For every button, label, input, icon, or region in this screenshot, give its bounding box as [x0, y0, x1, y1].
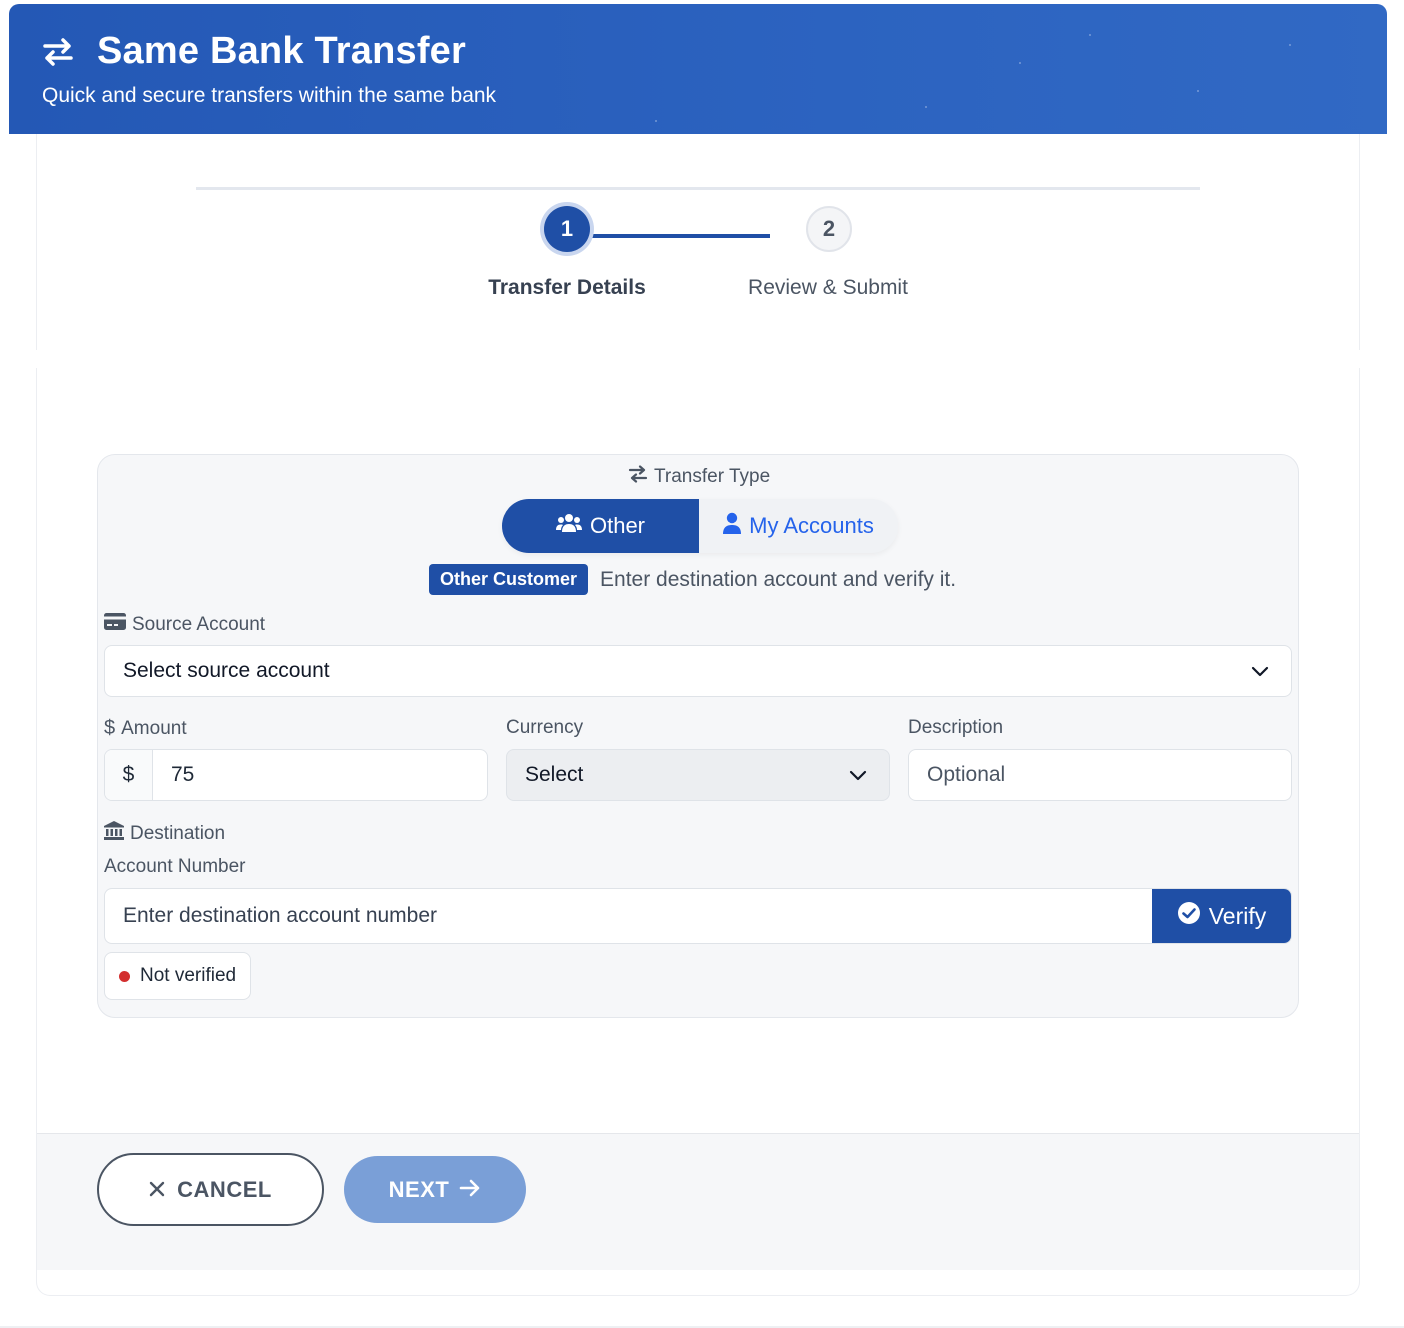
amount-input-group: $ 75	[104, 749, 488, 801]
description-input[interactable]: Optional	[908, 749, 1292, 801]
other-customer-badge: Other Customer	[429, 564, 589, 595]
transfer-type-hint: Other Customer Enter destination account…	[429, 564, 956, 595]
toggle-other-label: Other	[589, 513, 646, 538]
close-icon	[149, 1177, 165, 1203]
page-subtitle: Quick and secure transfers within the sa…	[42, 84, 497, 107]
arrow-right-icon	[459, 1177, 481, 1203]
destination-account-group: Enter destination account number Verify	[104, 888, 1292, 944]
currency-select[interactable]: Select	[506, 749, 890, 801]
user-icon	[723, 512, 742, 540]
cancel-button-label: CANCEL	[177, 1176, 272, 1202]
toggle-my-accounts-label: My Accounts	[749, 513, 874, 538]
transfer-type-label: Transfer Type	[654, 466, 771, 487]
next-button-label: NEXT	[388, 1176, 450, 1202]
amount-currency-prefix: $	[105, 750, 153, 800]
check-circle-icon	[1177, 901, 1201, 931]
destination-account-input[interactable]: Enter destination account number	[105, 889, 1152, 943]
form-footer: CANCEL NEXT	[37, 1133, 1359, 1270]
swap-arrows-icon	[628, 465, 648, 489]
transfer-type-heading: Transfer Type	[628, 465, 770, 489]
verify-button[interactable]: Verify	[1152, 889, 1291, 943]
dollar-icon: $	[104, 717, 116, 739]
credit-card-icon	[104, 613, 126, 636]
toggle-other-button[interactable]: Other	[502, 499, 699, 553]
description-label: Description	[908, 717, 1004, 738]
stepper-progress-connector	[590, 234, 770, 238]
step-1-indicator: 1	[544, 206, 590, 252]
cancel-button[interactable]: CANCEL	[97, 1153, 324, 1226]
step-1-label: Transfer Details	[488, 276, 646, 299]
bank-icon	[104, 821, 124, 846]
currency-value: Select	[525, 763, 584, 786]
step-2-indicator: 2	[806, 206, 852, 252]
source-account-value: Select source account	[123, 659, 330, 682]
transfer-type-toggle: Other My Accounts	[502, 499, 898, 553]
destination-label-row: Destination	[104, 821, 225, 846]
card-divider-gap	[30, 350, 1366, 368]
page-title: Same Bank Transfer	[97, 30, 466, 72]
verification-status-badge: Not verified	[104, 952, 251, 1000]
stepper-track	[196, 187, 1200, 190]
amount-input[interactable]: 75	[153, 750, 487, 800]
verify-button-label: Verify	[1208, 902, 1267, 929]
step-2-label: Review & Submit	[748, 276, 908, 299]
currency-label: Currency	[506, 717, 584, 738]
source-account-label-row: Source Account	[104, 613, 265, 636]
users-icon	[555, 513, 582, 539]
source-account-label: Source Account	[132, 613, 266, 635]
amount-label-row: $ Amount	[104, 717, 187, 740]
verification-status-text: Not verified	[140, 965, 237, 986]
destination-section-label: Destination	[130, 822, 226, 844]
transfer-form-panel: Transfer Type Other My Accounts Other Cu…	[97, 454, 1299, 1018]
toggle-my-accounts-button[interactable]: My Accounts	[699, 499, 898, 553]
next-button[interactable]: NEXT	[344, 1156, 526, 1223]
swap-arrows-icon	[41, 37, 75, 67]
page-header: Same Bank Transfer Quick and secure tran…	[9, 4, 1387, 134]
transfer-type-hint-text: Enter destination account and verify it.	[600, 567, 957, 591]
source-account-select[interactable]: Select source account	[104, 645, 1292, 697]
chevron-down-icon	[1251, 659, 1269, 683]
chevron-down-icon	[849, 763, 867, 787]
account-number-label: Account Number	[104, 856, 246, 877]
amount-label: Amount	[121, 717, 187, 739]
status-dot-icon	[119, 970, 130, 982]
